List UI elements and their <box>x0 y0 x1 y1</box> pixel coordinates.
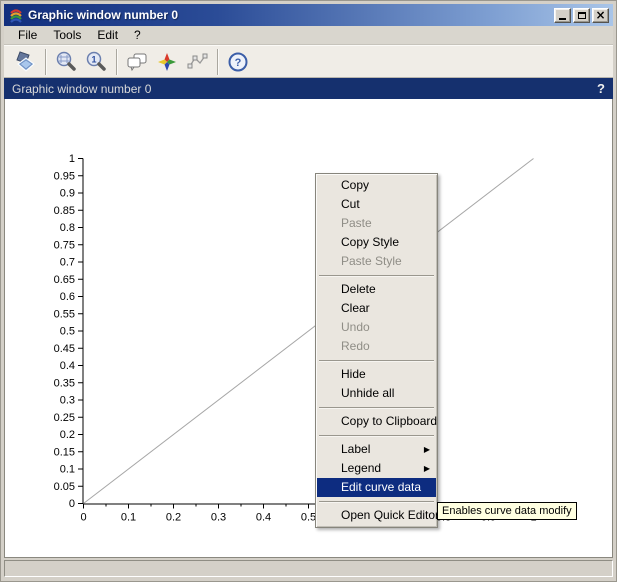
graphic-editor-button[interactable] <box>152 48 182 76</box>
menu-item-copy-style[interactable]: Copy Style <box>317 233 436 252</box>
y-tick-label: 0.75 <box>54 239 75 251</box>
y-tick-label: 0.4 <box>60 360 75 372</box>
toolbar-separator <box>116 49 117 75</box>
original-view-button[interactable]: 1 <box>81 48 111 76</box>
dock-help-button[interactable]: ? <box>597 81 605 96</box>
menu-item-edit-curve-data[interactable]: Edit curve data <box>317 478 436 497</box>
x-tick-label: 0 <box>80 512 86 524</box>
window-controls: × <box>554 8 609 23</box>
help-button[interactable]: ? <box>223 48 253 76</box>
menu-separator <box>319 360 434 361</box>
x-tick-label: 0.4 <box>256 512 271 524</box>
menu-separator <box>319 275 434 276</box>
menu-item-paste: Paste <box>317 214 436 233</box>
y-tick-label: 0.1 <box>60 464 75 476</box>
menu-bar: File Tools Edit ? <box>4 26 613 45</box>
curve-line[interactable] <box>84 159 534 504</box>
menu-item-cut[interactable]: Cut <box>317 195 436 214</box>
submenu-arrow-icon: ▶ <box>424 440 430 459</box>
menu-item-redo: Redo <box>317 337 436 356</box>
original-view-icon: 1 <box>84 50 108 74</box>
rotate-button[interactable] <box>10 48 40 76</box>
dialogs-button[interactable] <box>122 48 152 76</box>
menu-item-undo: Undo <box>317 318 436 337</box>
menu-item-clear[interactable]: Clear <box>317 299 436 318</box>
menu-item-copy-to-clipboard[interactable]: Copy to Clipboard <box>317 412 436 431</box>
y-tick-label: 1 <box>69 153 75 165</box>
menu-help[interactable]: ? <box>126 26 149 44</box>
rotate-icon <box>13 50 37 74</box>
x-tick-label: 0.2 <box>166 512 181 524</box>
tooltip: Enables curve data modify <box>437 502 577 520</box>
menu-item-unhide-all[interactable]: Unhide all <box>317 384 436 403</box>
y-tick-label: 0.85 <box>54 205 75 217</box>
y-tick-label: 0.6 <box>60 291 75 303</box>
menu-separator <box>319 407 434 408</box>
y-tick-label: 0.05 <box>54 481 75 493</box>
dialogs-icon <box>125 50 149 74</box>
y-tick-label: 0.65 <box>54 274 75 286</box>
menu-separator <box>319 435 434 436</box>
y-tick-label: 0 <box>69 498 75 510</box>
y-tick-label: 0.3 <box>60 395 75 407</box>
window-title: Graphic window number 0 <box>28 8 554 22</box>
graphic-window: Graphic window number 0 × File Tools Edi… <box>0 0 617 582</box>
x-tick-label: 0.1 <box>121 512 136 524</box>
title-bar[interactable]: Graphic window number 0 × <box>4 4 613 26</box>
status-bar <box>4 560 613 577</box>
y-tick-label: 0.2 <box>60 429 75 441</box>
y-tick-label: 0.45 <box>54 343 75 355</box>
menu-item-legend[interactable]: Legend▶ <box>317 459 436 478</box>
svg-text:1: 1 <box>91 54 96 64</box>
close-icon: × <box>595 9 605 21</box>
dock-title: Graphic window number 0 <box>12 82 597 96</box>
y-tick-label: 0.25 <box>54 412 75 424</box>
submenu-arrow-icon: ▶ <box>424 459 430 478</box>
minimize-button[interactable] <box>554 8 571 23</box>
maximize-icon <box>578 12 586 19</box>
close-button[interactable]: × <box>592 8 609 23</box>
svg-text:?: ? <box>235 57 242 69</box>
app-icon <box>8 7 24 23</box>
zoom-area-icon <box>54 50 78 74</box>
x-tick-label: 0.5 <box>301 512 316 524</box>
y-tick-label: 0.8 <box>60 222 75 234</box>
context-menu: CopyCutPasteCopy StylePaste StyleDeleteC… <box>315 173 438 528</box>
menu-item-delete[interactable]: Delete <box>317 280 436 299</box>
toolbar-separator <box>217 49 218 75</box>
menu-item-open-quick-editor[interactable]: Open Quick Editor <box>317 506 436 525</box>
menu-item-hide[interactable]: Hide <box>317 365 436 384</box>
menu-file[interactable]: File <box>10 26 45 44</box>
datatips-button[interactable] <box>182 48 212 76</box>
menu-item-paste-style: Paste Style <box>317 252 436 271</box>
y-tick-label: 0.55 <box>54 308 75 320</box>
menu-tools[interactable]: Tools <box>45 26 89 44</box>
plot-area[interactable]: 0 0.1 0.2 0.3 0.4 0.5 0.6 0.7 0.8 0.9 1 0 0.05 0.1 0.1… <box>4 99 613 558</box>
y-tick-label: 0.95 <box>54 170 75 182</box>
graphic-editor-star-icon <box>155 50 179 74</box>
x-tick-label: 0.3 <box>211 512 226 524</box>
y-tick-label: 0.35 <box>54 377 75 389</box>
menu-item-label[interactable]: Label▶ <box>317 440 436 459</box>
help-icon: ? <box>226 50 250 74</box>
tool-bar: 1 <box>4 45 613 78</box>
minimize-icon <box>559 18 566 20</box>
menu-separator <box>319 501 434 502</box>
y-tick-label: 0.9 <box>60 188 75 200</box>
dock-header[interactable]: Graphic window number 0 ? <box>4 78 613 99</box>
plot-canvas: 0 0.1 0.2 0.3 0.4 0.5 0.6 0.7 0.8 0.9 1 0 0.05 0.1 0.1… <box>5 99 613 556</box>
menu-edit[interactable]: Edit <box>89 26 126 44</box>
y-tick-label: 0.7 <box>60 257 75 269</box>
toolbar-separator <box>45 49 46 75</box>
zoom-area-button[interactable] <box>51 48 81 76</box>
menu-item-copy[interactable]: Copy <box>317 176 436 195</box>
datatips-icon <box>185 50 209 74</box>
y-tick-label: 0.5 <box>60 326 75 338</box>
maximize-button[interactable] <box>573 8 590 23</box>
y-tick-label: 0.15 <box>54 446 75 458</box>
